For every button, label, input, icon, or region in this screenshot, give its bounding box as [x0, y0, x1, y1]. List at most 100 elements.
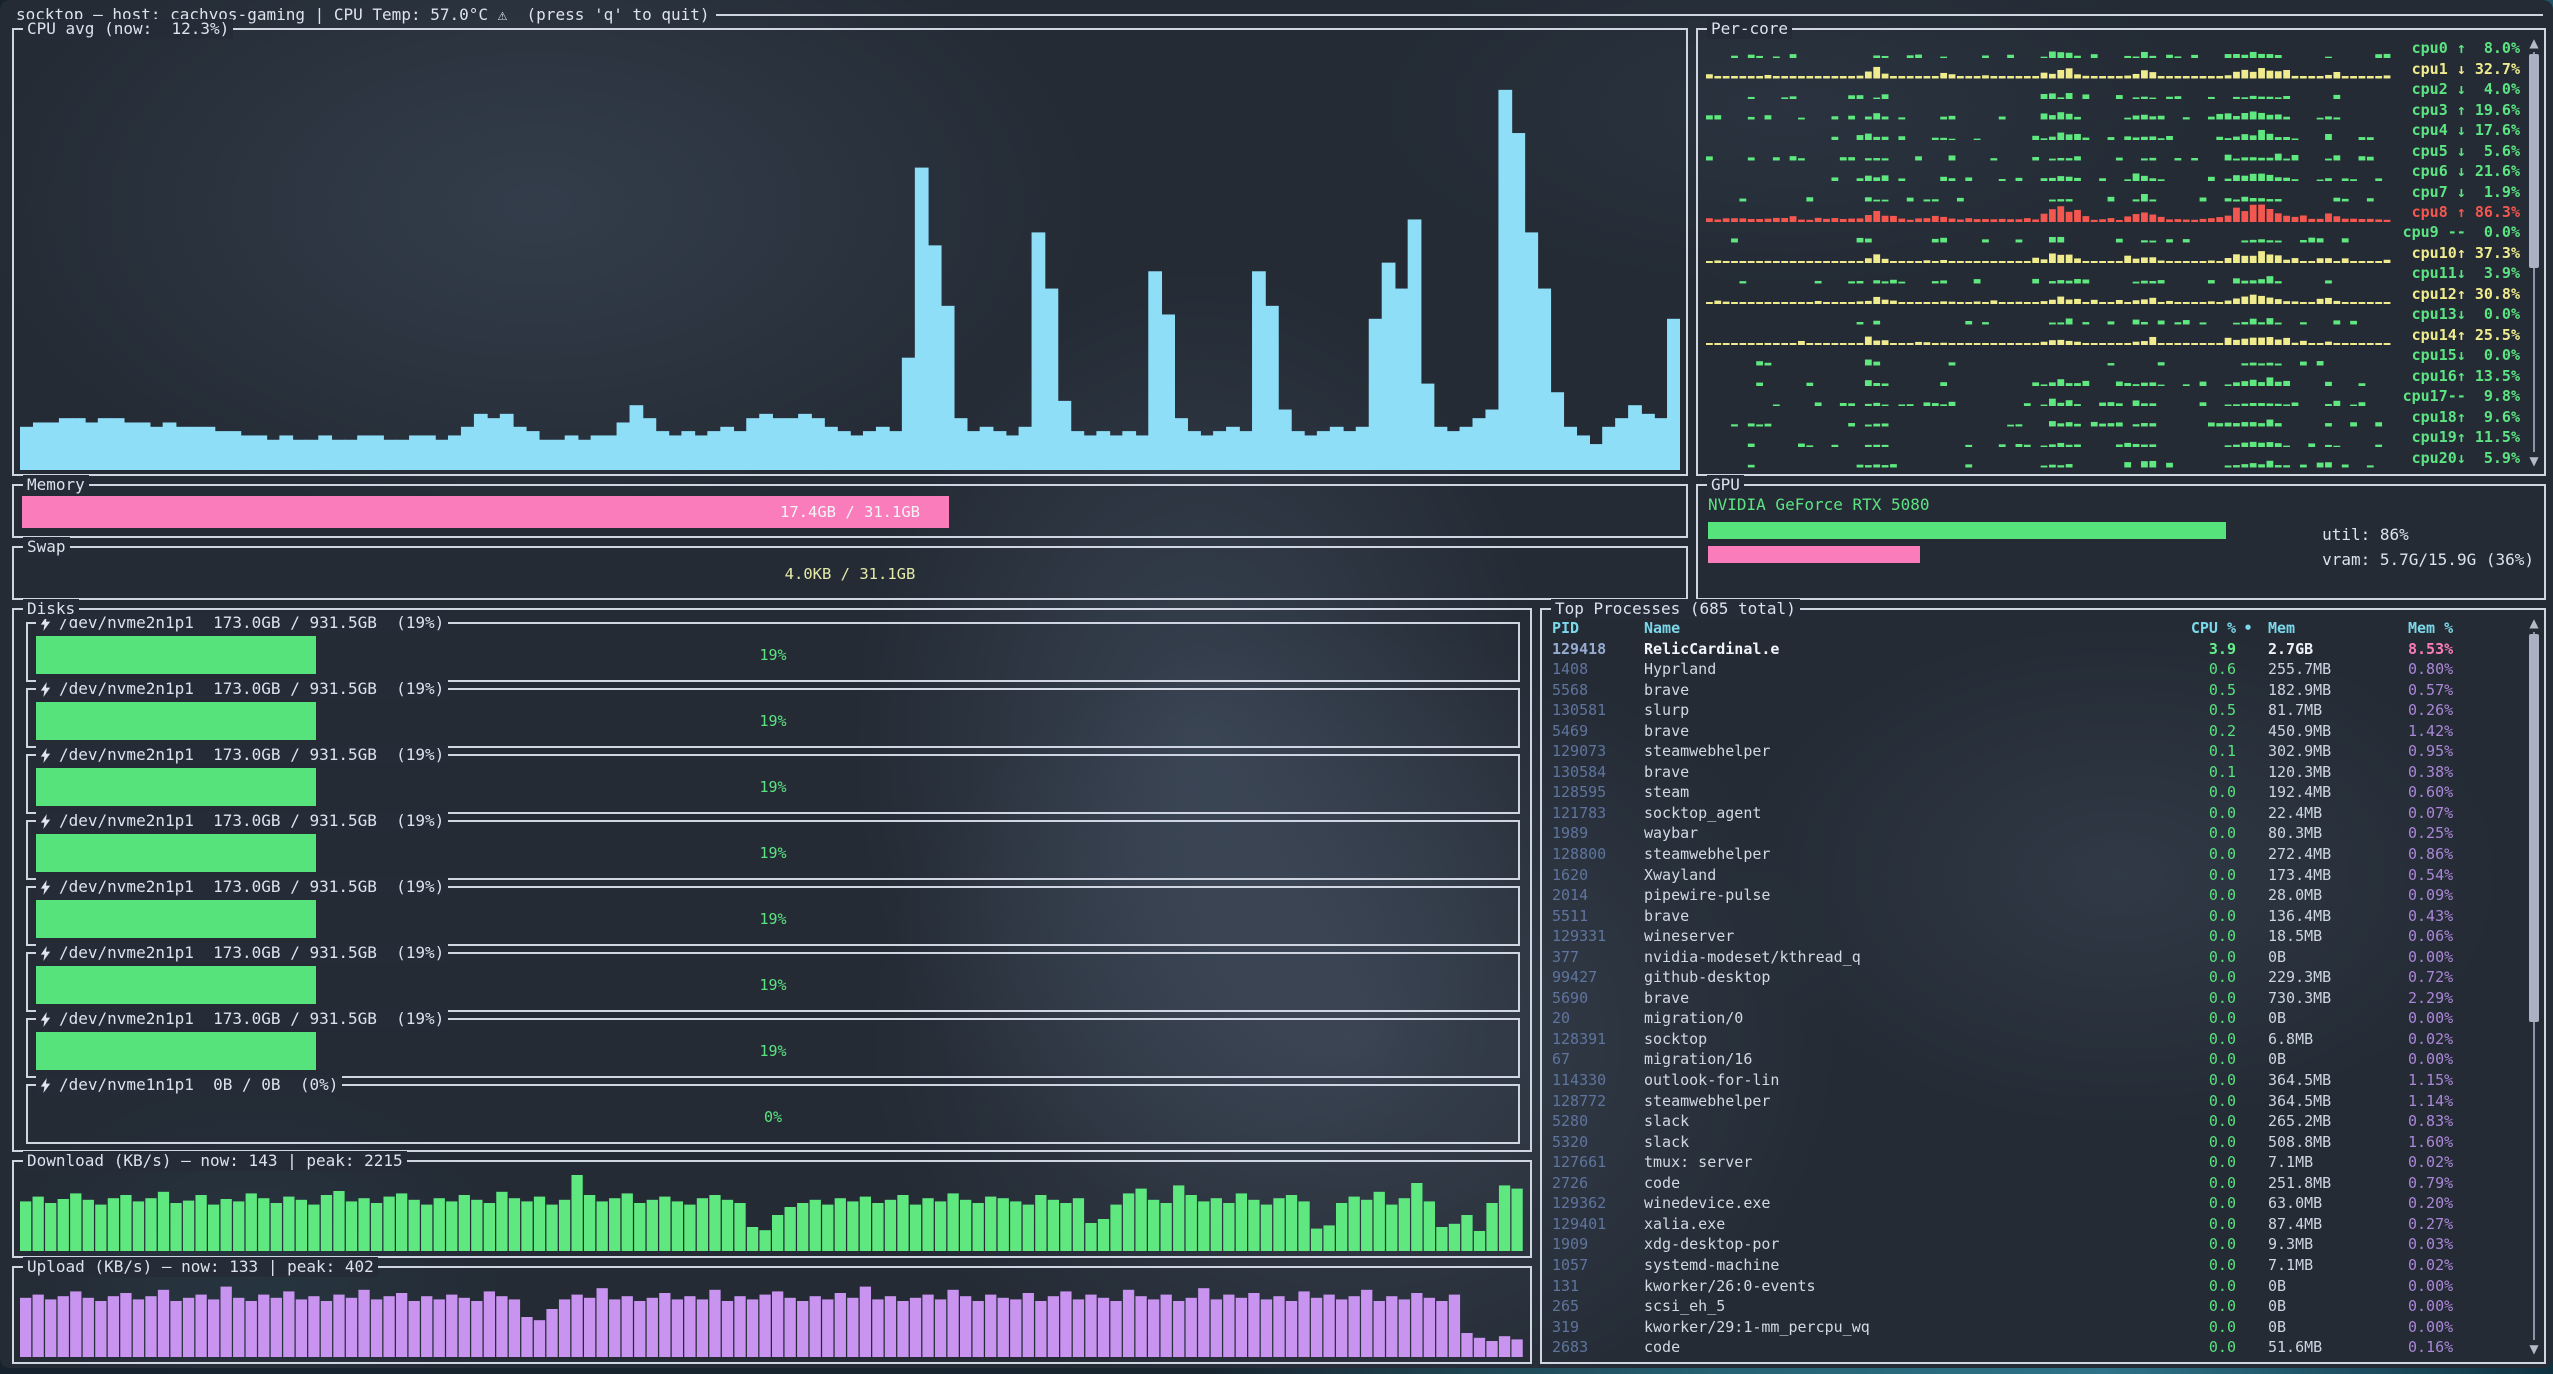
process-row[interactable]: 5690brave0.0730.3MB2.29%	[1552, 988, 2520, 1009]
cpu-avg-bar	[863, 431, 877, 470]
sparkline-bar	[2300, 215, 2307, 222]
column-header--[interactable]: •	[2236, 618, 2260, 639]
column-header-pid[interactable]: PID	[1552, 618, 1644, 639]
core-row: cpu13↓ 0.0%	[1706, 304, 2520, 324]
process-row[interactable]: 128800steamwebhelper0.0272.4MB0.86%	[1552, 844, 2520, 865]
process-row[interactable]: 129331wineserver0.018.5MB0.06%	[1552, 926, 2520, 947]
cpu-sparkline	[1706, 99, 2392, 119]
column-header-name[interactable]: Name	[1644, 618, 2140, 639]
core-label: cpu17-- 9.8%	[2402, 386, 2520, 406]
process-row[interactable]: 128391socktop0.06.8MB0.02%	[1552, 1029, 2520, 1050]
cpu-sparkline-bars	[1706, 447, 2392, 467]
spacer	[2236, 639, 2260, 660]
process-row[interactable]: 1408Hyprland0.6255.7MB0.80%	[1552, 659, 2520, 680]
column-header-mem[interactable]: Mem	[2260, 618, 2400, 639]
process-row[interactable]: 129401xalia.exe0.087.4MB0.27%	[1552, 1214, 2520, 1235]
net-bar	[1148, 1299, 1159, 1357]
process-row[interactable]: 130584brave0.1120.3MB0.38%	[1552, 762, 2520, 783]
cpu-avg-bar	[889, 431, 903, 470]
process-row[interactable]: 1620Xwayland0.0173.4MB0.54%	[1552, 865, 2520, 886]
process-row[interactable]: 319kworker/29:1-mm_percpu_wq0.00B0.00%	[1552, 1317, 2520, 1338]
disk-entry-title: /dev/nvme2n1p1 173.0GB / 931.5GB (19%)	[36, 877, 448, 897]
net-bar	[45, 1299, 56, 1357]
net-bar	[947, 1193, 958, 1251]
process-row[interactable]: 2014pipewire-pulse0.028.0MB0.09%	[1552, 885, 2520, 906]
process-mem: 0B	[2260, 1317, 2400, 1338]
net-bar	[1386, 1205, 1397, 1251]
process-row[interactable]: 129073steamwebhelper0.1302.9MB0.95%	[1552, 741, 2520, 762]
process-row[interactable]: 1909xdg-desktop-por0.09.3MB0.03%	[1552, 1234, 2520, 1255]
process-row[interactable]: 129362winedevice.exe0.063.0MB0.20%	[1552, 1193, 2520, 1214]
net-bar	[1085, 1223, 1096, 1251]
sparkline-bar	[2149, 297, 2156, 304]
net-bar	[872, 1203, 883, 1251]
net-bar	[183, 1201, 194, 1251]
process-row[interactable]: 130581slurp0.581.7MB0.26%	[1552, 700, 2520, 721]
scrollbar-thumb[interactable]	[2529, 54, 2539, 268]
process-row[interactable]: 265scsi_eh_50.00B0.00%	[1552, 1296, 2520, 1317]
process-row[interactable]: 1057systemd-machine0.07.1MB0.02%	[1552, 1255, 2520, 1276]
disk-gauge: 19%	[36, 636, 1510, 674]
process-row[interactable]: 99427github-desktop0.0229.3MB0.72%	[1552, 967, 2520, 988]
process-row[interactable]: 377nvidia-modeset/kthread_q0.00B0.00%	[1552, 947, 2520, 968]
process-cpu: 0.0	[2140, 1193, 2236, 1214]
net-bar	[1085, 1295, 1096, 1357]
scroll-down-icon[interactable]: ▼	[2526, 454, 2542, 468]
net-bar	[973, 1301, 984, 1357]
scrollbar-thumb[interactable]	[2529, 634, 2539, 1022]
cpu-avg-bar	[1058, 401, 1072, 470]
net-bar	[459, 1298, 470, 1357]
process-mem-percent: 0.72%	[2400, 967, 2520, 988]
sparkline-bar	[2141, 212, 2148, 222]
cpu-sparkline-bars	[1706, 120, 2392, 140]
process-cpu: 0.0	[2140, 1152, 2236, 1173]
process-row[interactable]: 128772steamwebhelper0.0364.5MB1.14%	[1552, 1091, 2520, 1112]
process-row[interactable]: 5469brave0.2450.9MB1.42%	[1552, 721, 2520, 742]
process-row[interactable]: 127661tmux: server0.07.1MB0.02%	[1552, 1152, 2520, 1173]
process-row[interactable]: 128595steam0.0192.4MB0.60%	[1552, 782, 2520, 803]
net-bar	[697, 1198, 708, 1251]
process-scrollbar[interactable]: ▲ ▼	[2526, 616, 2542, 1356]
column-header-mem-[interactable]: Mem %	[2400, 618, 2520, 639]
cpu-avg-bar	[331, 440, 345, 470]
net-bar	[897, 1301, 908, 1357]
scroll-down-icon[interactable]: ▼	[2526, 1342, 2542, 1356]
net-bar	[546, 1205, 557, 1251]
scroll-up-icon[interactable]: ▲	[2526, 616, 2542, 630]
process-row[interactable]: 5320slack0.0508.8MB1.60%	[1552, 1132, 2520, 1153]
core-label: cpu19↑ 11.5%	[2402, 427, 2520, 447]
disk-entry: /dev/nvme2n1p1 173.0GB / 931.5GB (19%)19…	[26, 820, 1520, 880]
sparkline-bar	[1873, 67, 1880, 79]
process-row[interactable]: 114330outlook-for-lin0.0364.5MB1.15%	[1552, 1070, 2520, 1091]
process-cpu: 0.0	[2140, 1173, 2236, 1194]
net-bar	[634, 1203, 645, 1251]
sparkline-bar	[2317, 463, 2324, 468]
core-row: cpu17-- 9.8%	[1706, 386, 2520, 406]
net-bar	[258, 1295, 269, 1357]
process-row[interactable]: 5280slack0.0265.2MB0.83%	[1552, 1111, 2520, 1132]
scroll-up-icon[interactable]: ▲	[2526, 36, 2542, 50]
cpu-sparkline	[1706, 79, 2392, 99]
sparkline-bar	[2233, 207, 2240, 222]
net-bar	[1110, 1301, 1121, 1357]
process-row[interactable]: 5568brave0.5182.9MB0.57%	[1552, 680, 2520, 701]
process-row[interactable]: 67migration/160.00B0.00%	[1552, 1049, 2520, 1070]
core-row: cpu8 ↑ 86.3%	[1706, 202, 2520, 222]
net-bar	[383, 1197, 394, 1251]
net-bar	[998, 1198, 1009, 1251]
process-row[interactable]: 5511brave0.0136.4MB0.43%	[1552, 906, 2520, 927]
process-row[interactable]: 2683code0.051.6MB0.16%	[1552, 1337, 2520, 1358]
process-row[interactable]: 1989waybar0.080.3MB0.25%	[1552, 823, 2520, 844]
process-row[interactable]: 20migration/00.00B0.00%	[1552, 1008, 2520, 1029]
process-row[interactable]: 121783socktop_agent0.022.4MB0.07%	[1552, 803, 2520, 824]
per-core-scrollbar[interactable]: ▲ ▼	[2526, 36, 2542, 468]
process-row[interactable]: 131kworker/26:0-events0.00B0.00%	[1552, 1276, 2520, 1297]
sparkline-bar	[2283, 337, 2290, 345]
cpu-avg-bar	[20, 427, 34, 470]
cpu-avg-bar	[1550, 392, 1564, 470]
cpu-avg-bar	[785, 418, 799, 470]
column-header-cpu-[interactable]: CPU %	[2140, 618, 2236, 639]
process-row[interactable]: 129418RelicCardinal.e3.92.7GB8.53%	[1552, 639, 2520, 660]
cpu-avg-bar	[500, 414, 514, 470]
process-row[interactable]: 2726code0.0251.8MB0.79%	[1552, 1173, 2520, 1194]
